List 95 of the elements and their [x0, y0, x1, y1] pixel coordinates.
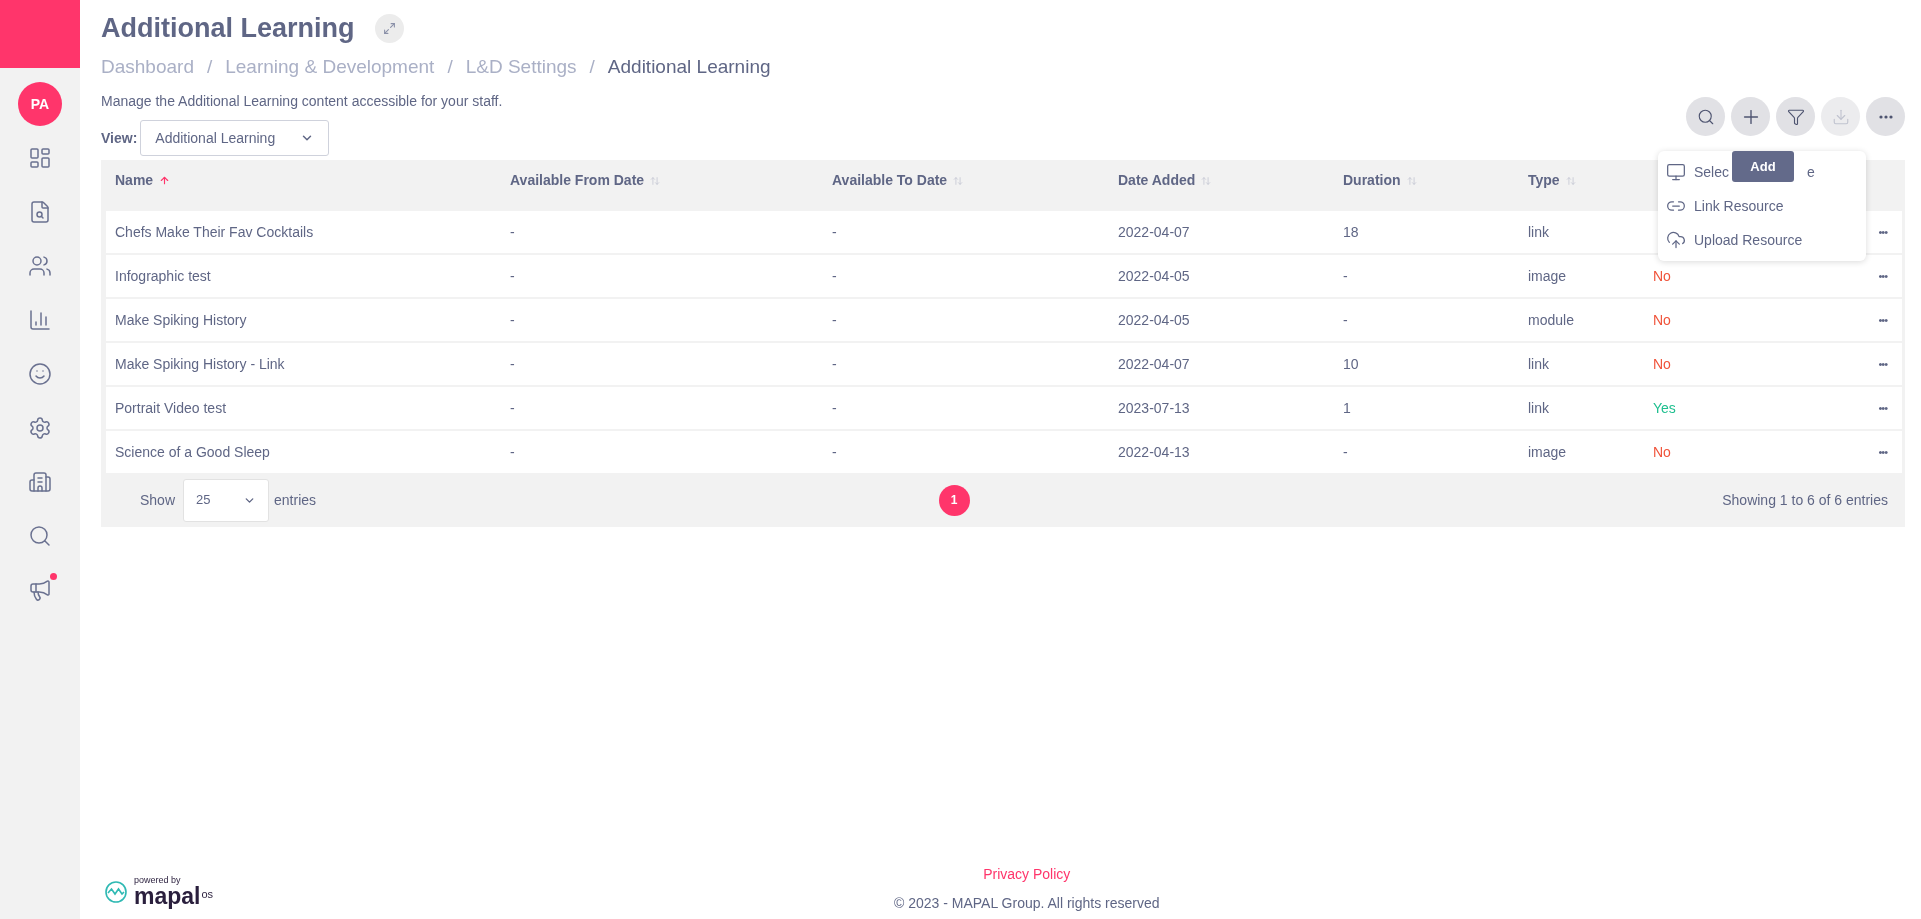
table-cell: 10 [1343, 355, 1359, 372]
download-icon [1831, 107, 1850, 126]
page-button[interactable]: 1 [938, 484, 970, 516]
table-cell: - [832, 267, 837, 284]
table-cell: image [1528, 267, 1567, 284]
sort-ascending-icon[interactable] [159, 175, 171, 186]
page-size-select[interactable]: 25 [183, 478, 270, 522]
tooltip: Add [1732, 151, 1794, 182]
table-cell: link [1528, 399, 1549, 416]
table-cell: - [510, 223, 515, 240]
table-cell: - [1343, 311, 1348, 328]
table-cell: - [510, 399, 515, 416]
mapal-logo-icon [104, 880, 128, 904]
entries-summary: Showing 1 to 6 of 6 entries [1722, 490, 1888, 510]
table-cell: - [832, 399, 837, 416]
menu-item[interactable]: Selec [1694, 161, 1730, 183]
view-select[interactable]: Additional Learning [140, 120, 330, 156]
table-cell: Make Spiking History [115, 311, 247, 328]
table-cell: 2022-04-05 [1118, 311, 1190, 328]
table-cell: Infographic test [115, 267, 211, 284]
search-icon [1696, 107, 1715, 126]
privacy-policy-link[interactable]: Privacy Policy [983, 864, 1071, 885]
filter-icon [1786, 107, 1805, 126]
status-text: No [1653, 267, 1671, 284]
table-cell: - [832, 355, 837, 372]
row-menu-button[interactable]: ••• [1878, 399, 1887, 417]
table-cell: link [1528, 223, 1549, 240]
table-cell: - [510, 443, 515, 460]
add-button[interactable] [1731, 97, 1770, 136]
table-cell: 2022-04-05 [1118, 267, 1190, 284]
table-cell: 1 [1343, 399, 1351, 416]
table-cell: Chefs Make Their Fav Cocktails [115, 223, 314, 240]
powered-by-text: powered by [134, 876, 182, 885]
table-cell: - [832, 443, 837, 460]
more-button[interactable] [1866, 97, 1905, 136]
view-label: View: [101, 128, 138, 148]
column-header[interactable]: Name [115, 170, 154, 191]
cloud-upload-icon [1666, 230, 1686, 250]
table-row[interactable]: Science of a Good Sleep - - 2022-04-13 - image No ••• [106, 431, 1902, 473]
table-cell: - [832, 311, 837, 328]
status-text: No [1653, 355, 1671, 372]
page-title: Additional Learning [101, 12, 355, 45]
dots-icon [1878, 114, 1893, 119]
table-cell: - [1343, 443, 1348, 460]
monitor-icon [1666, 162, 1686, 182]
smiley-icon[interactable] [26, 360, 54, 388]
expand-icon [382, 21, 396, 35]
menu-item[interactable]: Upload Resource [1694, 229, 1803, 251]
table-cell: 2023-07-13 [1118, 399, 1190, 416]
row-menu-button[interactable]: ••• [1878, 223, 1887, 241]
menu-item-fragment[interactable]: e [1807, 161, 1815, 183]
table-cell: module [1528, 311, 1574, 328]
table-cell: 2022-04-07 [1118, 355, 1190, 372]
table-cell: image [1528, 443, 1567, 460]
breadcrumb-separator: / [206, 54, 213, 79]
expand-button[interactable] [374, 13, 404, 43]
status-text: No [1653, 311, 1671, 328]
row-menu-button[interactable]: ••• [1878, 443, 1887, 461]
table-cell: link [1528, 355, 1549, 372]
table-cell: - [832, 223, 837, 240]
status-text: No [1653, 443, 1671, 460]
show-label: Show [140, 490, 176, 510]
page-description: Manage the Additional Learning content accessible for your staff. [101, 92, 503, 111]
entries-label: entries [274, 490, 317, 510]
row-menu-button[interactable]: ••• [1878, 267, 1887, 285]
row-menu-button[interactable]: ••• [1878, 311, 1887, 329]
brand-name: mapal [134, 885, 201, 908]
table-cell: Portrait Video test [115, 399, 227, 416]
column-header[interactable]: Date Added [1118, 170, 1196, 191]
breadcrumb-separator: / [589, 54, 595, 79]
table-cell: - [510, 267, 515, 284]
table-cell: Make Spiking History - Link [115, 355, 285, 372]
table-row[interactable]: Make Spiking History - - 2022-04-05 - module No ••• [106, 299, 1902, 341]
filter-button[interactable] [1776, 97, 1815, 136]
column-header[interactable]: Available From Date [510, 170, 645, 191]
user-avatar[interactable]: PA [18, 82, 62, 126]
column-header[interactable]: Available To Date [832, 170, 948, 191]
breadcrumb-separator: / [447, 54, 453, 79]
table-cell: 2022-04-07 [1118, 223, 1190, 240]
table-row[interactable]: Portrait Video test - - 2023-07-13 1 link Yes ••• [106, 387, 1902, 429]
column-header[interactable]: Duration [1343, 170, 1401, 191]
status-text: Yes [1653, 399, 1676, 416]
copyright-text: © 2023 - MAPAL Group. All rights reserved [894, 894, 1160, 913]
table-cell: - [510, 311, 515, 328]
column-header[interactable]: Type [1528, 170, 1560, 191]
table-cell: - [510, 355, 515, 372]
table-row[interactable]: Infographic test - - 2022-04-05 - image No ••• [106, 255, 1902, 297]
brand-suffix: os [201, 889, 214, 900]
table-cell: 18 [1343, 223, 1359, 240]
table-row[interactable]: Make Spiking History - Link - - 2022-04-07 10 link No ••• [106, 343, 1902, 385]
table-cell: Science of a Good Sleep [115, 443, 270, 460]
row-menu-button[interactable]: ••• [1878, 355, 1887, 373]
table-cell: - [1343, 267, 1348, 284]
table-cell: 2022-04-13 [1118, 443, 1190, 460]
search-button[interactable] [1686, 97, 1725, 136]
